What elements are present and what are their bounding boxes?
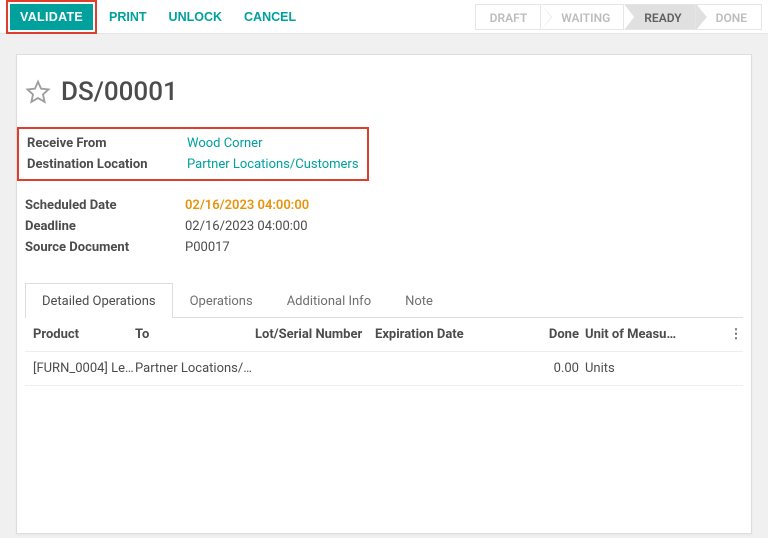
source-document-label: Source Document [25,237,185,258]
col-header-uom[interactable]: Unit of Measu… [585,327,729,342]
table-row[interactable]: [FURN_0004] Let… Partner Locations/… 0.0… [25,352,743,386]
star-icon[interactable] [25,79,51,105]
deadline-value: 02/16/2023 04:00:00 [185,216,309,237]
cell-done[interactable]: 0.00 [530,361,585,376]
unlock-button[interactable]: UNLOCK [159,4,232,30]
tabs: Detailed Operations Operations Additiona… [25,282,743,318]
destination-value[interactable]: Partner Locations/Customers [187,154,359,175]
grid-column-menu-icon[interactable]: ⋮ [729,327,743,342]
col-header-to[interactable]: To [135,327,255,342]
status-bar: DRAFT WAITING READY DONE [476,4,762,30]
destination-label: Destination Location [27,154,187,175]
col-header-expiration[interactable]: Expiration Date [375,327,530,342]
cell-uom[interactable]: Units [585,361,729,376]
date-fields: Scheduled Date 02/16/2023 04:00:00 Deadl… [25,195,309,258]
source-document-value: P00017 [185,237,309,258]
partner-fields-highlight: Receive From Wood Corner Destination Loc… [17,127,369,181]
print-button[interactable]: PRINT [99,4,157,30]
tab-detailed-operations[interactable]: Detailed Operations [25,283,173,318]
page-body: DS/00001 Receive From Wood Corner Destin… [0,34,768,534]
operations-grid: Product To Lot/Serial Number Expiration … [25,318,743,386]
col-header-done[interactable]: Done [530,327,585,342]
form-sheet: DS/00001 Receive From Wood Corner Destin… [16,54,752,534]
receive-from-label: Receive From [27,133,187,154]
top-action-bar: VALIDATE PRINT UNLOCK CANCEL DRAFT WAITI… [0,0,768,34]
cell-product[interactable]: [FURN_0004] Let… [25,361,135,376]
title-row: DS/00001 [25,77,743,107]
action-buttons: VALIDATE PRINT UNLOCK CANCEL [6,0,306,34]
cancel-button[interactable]: CANCEL [234,4,306,30]
col-header-product[interactable]: Product [25,327,135,342]
record-title: DS/00001 [61,77,178,107]
deadline-label: Deadline [25,216,185,237]
status-waiting[interactable]: WAITING [540,4,624,30]
tab-note[interactable]: Note [388,283,450,318]
validate-highlight-box: VALIDATE [6,0,97,34]
scheduled-date-value: 02/16/2023 04:00:00 [185,195,309,216]
col-header-lot[interactable]: Lot/Serial Number [255,327,375,342]
grid-header-row: Product To Lot/Serial Number Expiration … [25,318,743,352]
scheduled-date-label: Scheduled Date [25,195,185,216]
receive-from-value[interactable]: Wood Corner [187,133,359,154]
validate-button[interactable]: VALIDATE [10,4,93,30]
tab-operations[interactable]: Operations [173,283,270,318]
cell-to[interactable]: Partner Locations/… [135,361,255,376]
status-draft[interactable]: DRAFT [475,4,542,30]
tab-additional-info[interactable]: Additional Info [270,283,388,318]
